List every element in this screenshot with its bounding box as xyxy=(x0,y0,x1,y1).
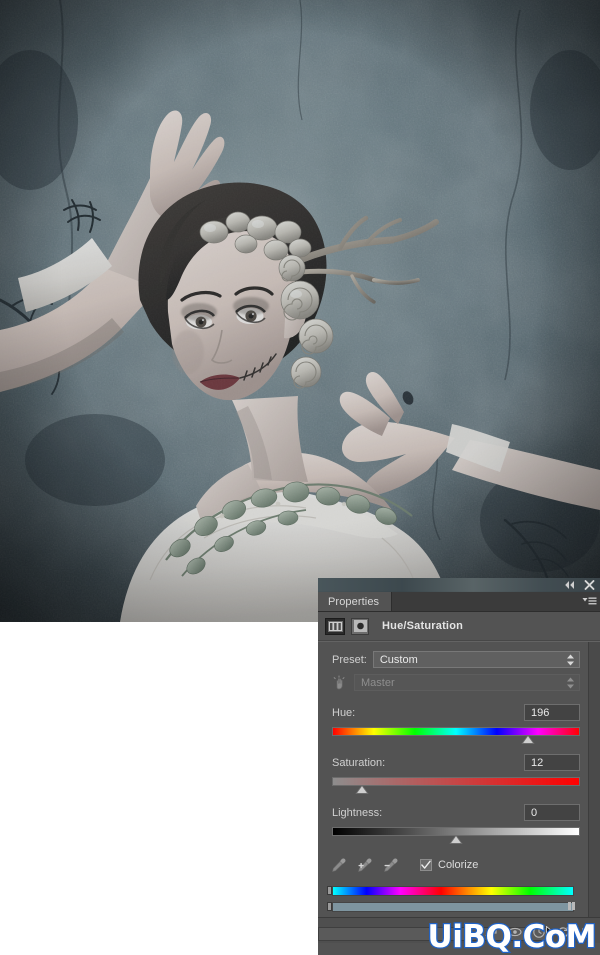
spectrum-stop-left[interactable] xyxy=(327,886,332,895)
lightness-value-input[interactable]: 0 xyxy=(524,804,580,821)
chevron-updown-icon xyxy=(567,654,574,665)
saturation-value-input[interactable]: 12 xyxy=(524,754,580,771)
eyedropper-subtract-icon[interactable] xyxy=(382,857,398,873)
topbar-background xyxy=(318,578,600,592)
preset-value: Custom xyxy=(379,653,418,666)
spectrum-bars xyxy=(318,873,588,912)
mask-circle-glyph xyxy=(353,620,367,632)
saturation-label: Saturation: xyxy=(332,756,386,769)
lightness-slider-head: Lightness: 0 xyxy=(332,804,580,821)
saturation-slider-head: Saturation: 12 xyxy=(332,754,580,771)
tools-row: Colorize xyxy=(318,841,588,873)
watermark: UiBQ.CoM xyxy=(426,919,597,955)
colorize-checkbox[interactable] xyxy=(420,859,432,871)
layer-mask-thumbnail-icon[interactable] xyxy=(351,617,369,635)
panel-body: Preset: Custom Master Hue: 196 Saturatio… xyxy=(318,641,600,943)
panel-scrollbar[interactable] xyxy=(588,642,600,943)
preset-row: Preset: Custom xyxy=(318,642,588,668)
hue-track-wrap[interactable] xyxy=(332,727,580,744)
saturation-track[interactable] xyxy=(332,777,580,786)
double-left-arrow-icon[interactable] xyxy=(563,579,576,591)
checkmark-icon xyxy=(421,860,431,869)
hue-spectrum-bar xyxy=(332,886,574,896)
photo-artwork xyxy=(0,0,600,622)
tab-properties[interactable]: Properties xyxy=(318,592,393,611)
panel-menu-icon xyxy=(582,597,596,605)
channel-value: Master xyxy=(361,676,395,689)
chevron-updown-icon xyxy=(567,677,574,688)
adjustment-header: Hue/Saturation xyxy=(318,612,600,641)
hue-value-input[interactable]: 196 xyxy=(524,704,580,721)
lightness-slider-thumb[interactable] xyxy=(449,835,463,844)
photo-canvas xyxy=(0,0,600,622)
hue-slider-block: Hue: 196 xyxy=(318,704,588,744)
result-spectrum-bar xyxy=(332,902,574,912)
targeted-adjustment-hand-icon[interactable] xyxy=(332,675,348,691)
panel-content: Preset: Custom Master Hue: 196 Saturatio… xyxy=(318,642,588,912)
spectrum-range-handle[interactable] xyxy=(568,902,575,910)
channel-row: Master xyxy=(318,668,588,691)
properties-panel: Properties Hue/Saturation Preset: Custom… xyxy=(318,578,600,955)
saturation-track-wrap[interactable] xyxy=(332,777,580,794)
colorize-checkbox-wrap[interactable]: Colorize xyxy=(420,859,478,871)
lightness-track-wrap[interactable] xyxy=(332,827,580,844)
eyedropper-add-icon[interactable] xyxy=(356,857,372,873)
panel-topbar xyxy=(318,578,600,592)
panel-window-controls xyxy=(563,579,596,591)
eyedropper-icon[interactable] xyxy=(330,857,346,873)
hue-slider-thumb[interactable] xyxy=(521,735,535,744)
saturation-slider-block: Saturation: 12 xyxy=(318,754,588,794)
close-icon[interactable] xyxy=(583,579,596,591)
spectrum-stop-left-lower[interactable] xyxy=(327,902,332,911)
adjustment-title: Hue/Saturation xyxy=(382,620,464,632)
hue-track[interactable] xyxy=(332,727,580,736)
channel-select[interactable]: Master xyxy=(354,674,580,691)
preset-label: Preset: xyxy=(332,653,367,666)
hue-saturation-glyph xyxy=(327,620,343,632)
hue-saturation-adjustment-icon[interactable] xyxy=(325,617,345,635)
preset-select[interactable]: Custom xyxy=(372,651,580,668)
colorize-label: Colorize xyxy=(438,859,479,871)
panel-tab-bar: Properties xyxy=(318,592,600,612)
hue-slider-head: Hue: 196 xyxy=(332,704,580,721)
saturation-slider-thumb[interactable] xyxy=(355,785,369,794)
screenshot-root: Properties Hue/Saturation Preset: Custom… xyxy=(0,0,600,955)
hue-label: Hue: xyxy=(332,706,356,719)
lightness-label: Lightness: xyxy=(332,806,383,819)
lightness-slider-block: Lightness: 0 xyxy=(318,804,588,844)
tab-empty-area xyxy=(392,592,578,611)
panel-menu-button[interactable] xyxy=(578,592,600,611)
